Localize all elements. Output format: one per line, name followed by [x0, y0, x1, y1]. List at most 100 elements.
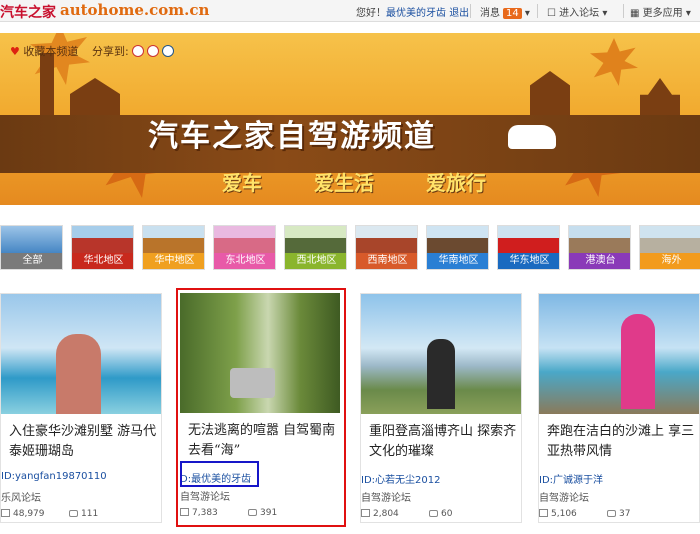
people-figure [621, 314, 655, 409]
replies-icon [69, 510, 78, 517]
views-icon [361, 509, 370, 517]
region-image [498, 226, 559, 256]
region-image [214, 226, 275, 256]
region-tab-northwest[interactable]: 西北地区 [284, 225, 347, 270]
views-count: 5,106 [551, 509, 577, 519]
region-tab-all[interactable]: 全部 [0, 225, 63, 270]
banner-title: 汽车之家自驾游频道 [148, 119, 436, 154]
replies-icon [248, 509, 257, 516]
region-label: 东北地区 [214, 253, 275, 269]
trip-card[interactable]: 重阳登高淄博齐山 探索齐 文化的璀璨 ID:心若无尘2012 自驾游论坛 2,8… [360, 293, 522, 523]
slogan-love-car: 爱车 [222, 171, 262, 195]
autohome-logo-url[interactable]: autohome.com.cn [60, 1, 209, 19]
trip-author[interactable]: ID:yangfan19870110 [1, 471, 107, 482]
replies-stat: 391 [248, 508, 277, 518]
divider [623, 4, 624, 18]
region-label: 港澳台 [569, 253, 630, 269]
top-nav-bar: 汽车之家 autohome.com.cn 您好！最优美的牙齿 退出 消息 14 ▾… [0, 0, 700, 22]
region-image [427, 226, 488, 256]
region-filter-bar: 全部 华北地区 华中地区 东北地区 西北地区 西南地区 华南地区 华东地区 港澳… [0, 225, 700, 271]
pagoda-icon [70, 78, 120, 118]
replies-count: 37 [619, 509, 631, 519]
trip-title[interactable]: 无法逃离的喧嚣 自驾蜀南 去看“海” [188, 421, 336, 461]
views-icon [1, 509, 10, 517]
channel-banner: ♥ 收藏本频道 分享到: 汽车之家自驾游频道 爱车 爱生活 爱旅行 [0, 33, 700, 205]
chevron-down-icon: ▾ [602, 8, 608, 19]
messages-button[interactable]: 消息 14 ▾ [480, 4, 530, 19]
trip-author[interactable]: ID:心若无尘2012 [361, 471, 440, 486]
replies-stat: 111 [69, 509, 98, 519]
trip-forum[interactable]: 自驾游论坛 [180, 488, 230, 503]
trip-card[interactable]: 无法逃离的喧嚣 自驾蜀南 去看“海” D:最优美的牙齿 自驾游论坛 7,383 3… [180, 293, 342, 523]
region-label: 海外 [640, 253, 700, 269]
region-image [72, 226, 133, 256]
region-tab-east-china[interactable]: 华东地区 [497, 225, 560, 270]
region-label: 西南地区 [356, 253, 417, 269]
region-tab-southwest[interactable]: 西南地区 [355, 225, 418, 270]
views-stat: 5,106 [539, 509, 577, 519]
tencent-weibo-share-icon[interactable] [161, 45, 174, 57]
region-label: 华东地区 [498, 253, 559, 269]
region-tab-north-china[interactable]: 华北地区 [71, 225, 134, 270]
people-figure [56, 334, 101, 414]
logout-link[interactable]: 退出 [449, 8, 469, 19]
region-tab-overseas[interactable]: 海外 [639, 225, 700, 270]
region-image [569, 226, 630, 256]
views-stat: 48,979 [1, 509, 45, 519]
heart-icon: ♥ [10, 45, 20, 58]
chevron-down-icon: ▾ [685, 8, 691, 19]
region-tab-northeast[interactable]: 东北地区 [213, 225, 276, 270]
replies-stat: 60 [429, 509, 452, 519]
slogan-love-travel: 爱旅行 [426, 171, 486, 195]
church-icon [640, 78, 680, 120]
views-count: 7,383 [192, 508, 218, 518]
bookmark-button[interactable]: ♥ 收藏本频道 [10, 43, 78, 59]
share-label: 分享到: [92, 45, 129, 58]
car-icon [230, 368, 275, 398]
region-image [285, 226, 346, 256]
replies-icon [429, 510, 438, 517]
views-icon [539, 509, 548, 517]
replies-count: 60 [441, 509, 453, 519]
replies-count: 111 [81, 509, 99, 519]
divider [537, 4, 538, 18]
more-apps-button[interactable]: ▦ 更多应用 ▾ [630, 4, 691, 19]
region-tab-hk-macau-taiwan[interactable]: 港澳台 [568, 225, 631, 270]
trip-author[interactable]: D:最优美的牙齿 [180, 470, 251, 485]
apps-grid-icon: ▦ [630, 8, 640, 19]
trip-forum[interactable]: 乐风论坛 [1, 489, 41, 504]
trip-author[interactable]: ID:广诚源于洋 [539, 471, 603, 486]
trip-card[interactable]: 入住豪华沙滩别墅 游马代 泰姬珊瑚岛 ID:yangfan19870110 乐风… [0, 293, 162, 523]
greeting-label: 您好！ [356, 8, 386, 19]
region-image [143, 226, 204, 256]
forum-entry-label: 进入论坛 [559, 8, 600, 19]
trip-photo [539, 294, 699, 414]
more-apps-label: 更多应用 [642, 8, 683, 19]
trip-title[interactable]: 入住豪华沙滩别墅 游马代 泰姬珊瑚岛 [9, 422, 157, 462]
views-count: 48,979 [13, 509, 45, 519]
forum-entry-button[interactable]: ☐ 进入论坛 ▾ [547, 4, 607, 19]
trip-title[interactable]: 奔跑在洁白的沙滩上 享三 亚热带风情 [547, 422, 695, 462]
messages-count-badge: 14 [503, 8, 522, 19]
weibo-share-icon[interactable] [131, 45, 144, 57]
messages-label: 消息 [480, 8, 500, 19]
trip-photo [180, 293, 340, 413]
autohome-logo-text[interactable]: 汽车之家 [0, 2, 56, 22]
trip-title[interactable]: 重阳登高淄博齐山 探索齐 文化的璀璨 [369, 422, 517, 462]
region-tab-central-china[interactable]: 华中地区 [142, 225, 205, 270]
banner-slogans: 爱车 爱生活 爱旅行 [222, 167, 522, 196]
trip-photo [1, 294, 161, 414]
forum-icon: ☐ [547, 8, 556, 19]
qzone-share-icon[interactable] [146, 45, 159, 57]
maple-leaf-icon [30, 33, 90, 85]
trip-photo [361, 294, 521, 414]
chevron-down-icon: ▾ [524, 8, 530, 19]
slogan-love-life: 爱生活 [314, 171, 374, 195]
trip-forum[interactable]: 自驾游论坛 [539, 489, 589, 504]
trip-card[interactable]: 奔跑在洁白的沙滩上 享三 亚热带风情 ID:广诚源于洋 自驾游论坛 5,106 3… [538, 293, 700, 523]
region-tab-south-china[interactable]: 华南地区 [426, 225, 489, 270]
trip-forum[interactable]: 自驾游论坛 [361, 489, 411, 504]
username-link[interactable]: 最优美的牙齿 [386, 8, 446, 19]
people-figure [427, 339, 455, 409]
region-image [356, 226, 417, 256]
